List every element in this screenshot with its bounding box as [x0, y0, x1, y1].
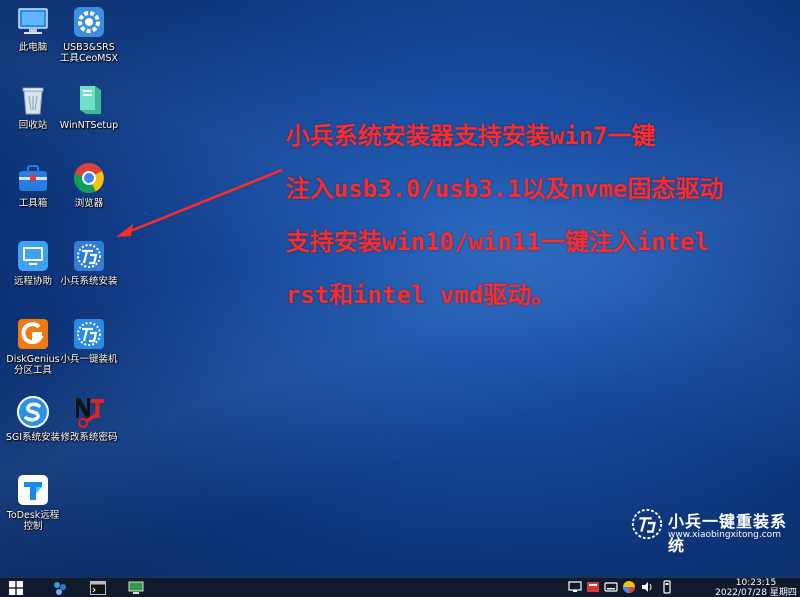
keyboard-tray-icon[interactable] [604, 580, 618, 594]
taskbar-clock[interactable]: 10:23:15 2022/07/28 星期四 [712, 578, 800, 597]
desktop-icon-xiaobing-onekey[interactable]: 小兵一键装机 [58, 316, 120, 365]
watermark: 小兵一键重装系统 www.xiaobingxitong.com [630, 505, 800, 555]
sgi-icon [17, 396, 49, 428]
desktop-icon-usb3-srs[interactable]: USB3&SRS 工具CeoMSX [58, 4, 120, 64]
xiaobing-installer-icon [74, 241, 104, 271]
desktop-icon-toolbox[interactable]: 工具箱 [2, 160, 64, 209]
gear-icon [74, 7, 104, 37]
taskbar: 10:23:15 2022/07/28 星期四 [0, 577, 800, 597]
network-app-icon [54, 582, 66, 595]
desktop-icon-recycle-bin[interactable]: 回收站 [2, 82, 64, 131]
nt-password-icon [76, 398, 104, 428]
annotation-line: rst和intel vmd驱动。 [286, 281, 556, 309]
taskbar-app-network[interactable] [50, 579, 70, 597]
annotation-text: 小兵系统安装器支持安装win7一键 注入usb3.0/usb3.1以及nvme固… [286, 110, 786, 322]
desktop-icon-sgi[interactable]: SGI系统安装 [2, 394, 64, 443]
annotation-line: 支持安装win10/win11一键注入intel [286, 228, 710, 256]
icon-label: 此电脑 [18, 42, 48, 53]
monitor-app-icon [128, 581, 144, 594]
icon-label: 浏览器 [74, 198, 104, 209]
network-tray-icon[interactable] [568, 580, 582, 594]
desktop-icon-xiaobing-installer[interactable]: 小兵系统安装 [58, 238, 120, 287]
icon-label: 修改系统密码 [60, 432, 118, 443]
icon-label: SGI系统安装 [5, 432, 61, 443]
icon-label: 回收站 [18, 120, 48, 131]
recycle-bin-icon [22, 87, 44, 115]
desktop-icon-diskgenius[interactable]: DiskGenius 分区工具 [2, 316, 64, 376]
xiaobing-logo-icon [631, 508, 663, 540]
computer-icon [18, 8, 48, 34]
clock-date: 2022/07/28 星期四 [715, 588, 797, 597]
terminal-icon [90, 581, 106, 595]
windows-icon [9, 581, 23, 595]
desktop-icon-browser[interactable]: 浏览器 [58, 160, 120, 209]
watermark-url: www.xiaobingxitong.com [668, 530, 781, 540]
tool-tray-icon[interactable] [586, 580, 600, 594]
chrome-icon [73, 163, 104, 194]
desktop-icon-winntsetup[interactable]: WinNTSetup [58, 82, 120, 131]
desktop-icon-remote-assist[interactable]: 远程协助 [2, 238, 64, 287]
icon-label: DiskGenius 分区工具 [6, 354, 60, 376]
xiaobing-onekey-icon [74, 319, 104, 349]
annotation-line: 注入usb3.0/usb3.1以及nvme固态驱动 [286, 175, 724, 203]
desktop-icon-this-pc[interactable]: 此电脑 [2, 4, 64, 53]
speaker-icon[interactable] [640, 580, 654, 594]
icon-label: 远程协助 [13, 276, 52, 287]
remote-assist-icon [18, 241, 48, 271]
icon-label: WinNTSetup [59, 120, 119, 131]
icon-label: 小兵一键装机 [60, 354, 118, 365]
toolbox-icon [19, 165, 47, 191]
annotation-line: 小兵系统安装器支持安装win7一键 [286, 122, 656, 150]
taskbar-app-cmd[interactable] [88, 579, 108, 597]
diskgenius-icon [18, 319, 48, 349]
todesk-icon [18, 475, 48, 505]
desktop-icon-todesk[interactable]: ToDesk远程 控制 [2, 472, 64, 532]
icon-label: ToDesk远程 控制 [6, 510, 60, 532]
clock-time: 10:23:15 [735, 578, 777, 588]
desktop-icon-change-password[interactable]: 修改系统密码 [58, 394, 120, 443]
color-tray-icon[interactable] [622, 580, 636, 594]
winntsetup-icon [80, 86, 101, 114]
icon-label: USB3&SRS 工具CeoMSX [59, 42, 119, 64]
icon-label: 工具箱 [18, 198, 48, 209]
start-button[interactable] [6, 579, 26, 597]
icon-label: 小兵系统安装 [60, 276, 118, 287]
taskbar-app-explorer[interactable] [126, 579, 146, 597]
usb-tray-icon[interactable] [660, 580, 674, 594]
